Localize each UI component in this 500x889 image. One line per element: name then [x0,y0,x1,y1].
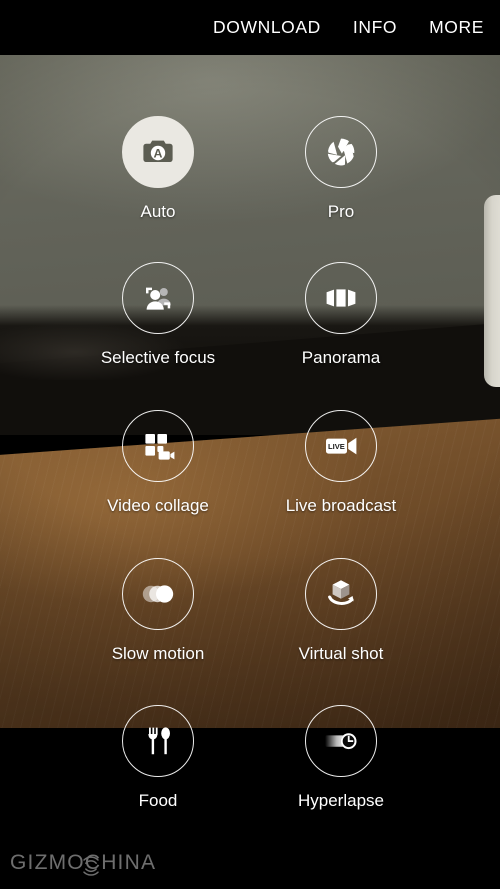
mode-item-pro[interactable]: Pro [256,116,426,222]
mode-label-auto: Auto [140,202,176,221]
mode-circle-selective-focus[interactable] [122,262,194,334]
slow-motion-icon [142,585,174,603]
aperture-icon [327,138,355,166]
mode-item-selective-focus[interactable]: Selective focus [73,262,243,368]
mode-label-pro: Pro [327,202,355,221]
mode-circle-food[interactable] [122,705,194,777]
signal-arcs-icon [83,856,99,876]
mode-label-slow-motion: Slow motion [111,644,205,663]
mode-item-live-broadcast[interactable]: LIVE Live broadcast [256,410,426,516]
mode-label-selective-focus: Selective focus [100,348,216,367]
topbar-item-download[interactable]: DOWNLOAD [213,17,321,38]
mode-label-video-collage: Video collage [107,496,209,515]
mode-circle-panorama[interactable] [305,262,377,334]
live-broadcast-icon: LIVE [326,437,357,455]
topbar-item-more[interactable]: MORE [429,17,484,38]
mode-label-hyperlapse: Hyperlapse [298,791,384,810]
camera-mode-screen: DOWNLOAD INFO MORE A Auto Pro Selective … [0,0,500,889]
panorama-icon [326,289,356,307]
gizmochina-watermark: GIZMOCHINA [10,851,156,876]
mode-item-video-collage[interactable]: Video collage [73,410,243,516]
mode-circle-video-collage[interactable] [122,410,194,482]
svg-text:A: A [154,147,163,161]
hyperlapse-icon [325,733,357,750]
virtual-shot-icon [328,580,354,605]
top-action-bar: DOWNLOAD INFO MORE [0,0,500,55]
mode-item-food[interactable]: Food [73,705,243,811]
mode-label-food: Food [138,791,178,810]
mode-circle-auto[interactable]: A [122,116,194,188]
live-badge-text: LIVE [328,442,345,451]
video-collage-icon [145,434,175,460]
mode-label-live-broadcast: Live broadcast [285,496,397,515]
mode-label-panorama: Panorama [301,348,381,367]
mode-item-virtual-shot[interactable]: Virtual shot [256,558,426,664]
mode-label-virtual-shot: Virtual shot [298,644,384,663]
mode-circle-live-broadcast[interactable]: LIVE [305,410,377,482]
selective-focus-icon [146,287,171,310]
camera-auto-icon: A [143,140,173,162]
mode-item-hyperlapse[interactable]: Hyperlapse [256,705,426,811]
food-icon [148,727,170,755]
mode-item-auto[interactable]: A Auto [73,116,243,222]
mode-circle-virtual-shot[interactable] [305,558,377,630]
mode-circle-slow-motion[interactable] [122,558,194,630]
mode-item-panorama[interactable]: Panorama [256,262,426,368]
mode-item-slow-motion[interactable]: Slow motion [73,558,243,664]
mode-circle-pro[interactable] [305,116,377,188]
mode-circle-hyperlapse[interactable] [305,705,377,777]
mode-grid: A Auto Pro Selective focus Panorama Vide… [0,55,500,845]
topbar-item-info[interactable]: INFO [353,17,397,38]
